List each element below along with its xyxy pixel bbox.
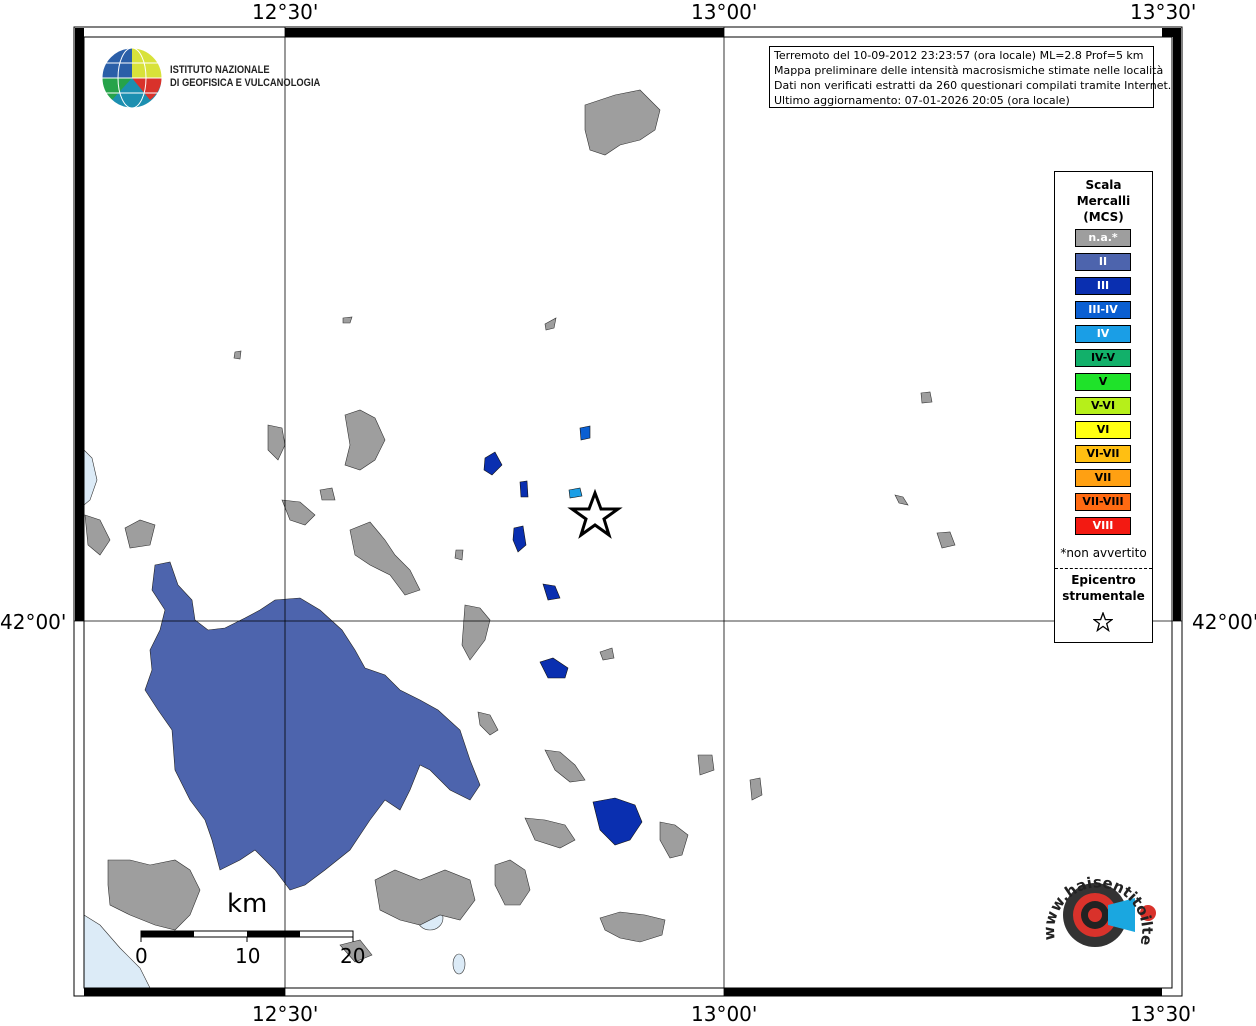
- legend-swatch-vi-vii: VI-VII: [1075, 445, 1131, 463]
- info-box: Terremoto del 10-09-2012 23:23:57 (ora l…: [769, 46, 1172, 108]
- locality-gray-13: [659, 821, 689, 859]
- legend-note: *non avvertito: [1060, 546, 1147, 560]
- locality-gray-17: [697, 754, 715, 776]
- epicenter-star: [567, 488, 623, 539]
- tick-top-1330: 13°30': [1130, 0, 1197, 24]
- scale-unit: km: [227, 889, 268, 919]
- institute-line-2: DI GEOFISICA E VULCANOLOGIA: [170, 77, 321, 89]
- locality-gray-26: [454, 549, 464, 561]
- ingv-logo-icon: [101, 47, 163, 109]
- legend-swatch-vi: VI: [1075, 421, 1131, 439]
- locality-gray-18: [936, 531, 956, 549]
- locality-iii-6: [592, 797, 643, 846]
- locality-gray-24: [599, 647, 615, 661]
- locality-gray-5: [281, 499, 316, 526]
- info-line-3: Dati non verificati estratti da 260 ques…: [774, 79, 1172, 92]
- locality-gray-19: [920, 391, 933, 404]
- locality-gray-11: [524, 817, 576, 849]
- info-line-4: Ultimo aggiornamento: 07-01-2026 20:05 (…: [774, 94, 1070, 107]
- legend-swatch-vii: VII: [1075, 469, 1131, 487]
- locality-gray-25: [319, 487, 336, 501]
- info-line-2: Mappa preliminare delle intensità macros…: [774, 64, 1164, 77]
- epicenter-title: Epicentro strumentale: [1062, 573, 1145, 603]
- locality-gray-3: [84, 514, 111, 556]
- legend-swatch-v: V: [1075, 373, 1131, 391]
- tick-bottom-1330: 13°30': [1130, 1002, 1197, 1026]
- locality-gray-1: [344, 409, 386, 471]
- info-line-1: Terremoto del 10-09-2012 23:23:57 (ora l…: [774, 49, 1144, 62]
- svg-text:www.haisentitoilterremoto.it: www.haisentitoilterremoto.it: [0, 0, 1156, 947]
- locality-iii-5: [539, 657, 569, 679]
- legend-separator: [1055, 568, 1152, 569]
- legend-swatch-iii: III: [1075, 277, 1131, 295]
- locality-gray-20: [894, 494, 909, 506]
- scale-bar: [140, 930, 354, 942]
- locality-gray-10: [494, 859, 531, 906]
- rome-area: [144, 561, 481, 891]
- tick-bottom-1300: 13°00': [691, 1002, 758, 1026]
- institute-line-1: ISTITUTO NAZIONALE: [170, 64, 270, 76]
- locality-gray-21: [233, 350, 242, 360]
- legend-swatch-v-vi: V-VI: [1075, 397, 1131, 415]
- locality-gray-16: [749, 777, 763, 801]
- legend-swatch-n-a: n.a.*: [1075, 229, 1131, 247]
- locality-iii-1: [483, 451, 503, 476]
- legend-swatch-iv: IV: [1075, 325, 1131, 343]
- scale-label-20: 20: [340, 944, 366, 968]
- locality-gray-23: [544, 317, 557, 331]
- locality-gray-15: [477, 711, 499, 736]
- locality-gray-4: [124, 519, 156, 549]
- locality-iii-4: [542, 583, 561, 601]
- legend-swatch-iii-iv: III-IV: [1075, 301, 1131, 319]
- locality-gray-9: [374, 869, 476, 926]
- locality-gray-7: [461, 604, 491, 661]
- legend: Scala Mercalli (MCS) n.a.* II III III-IV IV I…: [1054, 171, 1153, 643]
- locality-gray-ne: [584, 89, 661, 156]
- locality-iii-iv-1: [579, 425, 591, 441]
- tick-left-4200: 42°00': [0, 610, 67, 634]
- locality-iv-1: [568, 487, 583, 499]
- sea-west: [83, 449, 98, 506]
- lake-2: [452, 953, 466, 975]
- scale-label-0: 0: [135, 944, 148, 968]
- locality-iii-3: [512, 525, 527, 553]
- legend-swatch-viii: VIII: [1075, 517, 1131, 535]
- scale-label-10: 10: [235, 944, 261, 968]
- locality-gray-12: [544, 749, 586, 783]
- legend-swatch-ii: II: [1075, 253, 1131, 271]
- locality-gray-8: [107, 859, 201, 931]
- tick-right-4200: 42°00': [1192, 610, 1256, 634]
- tick-top-1300: 13°00': [691, 0, 758, 24]
- locality-gray-2: [267, 424, 286, 461]
- legend-title: Scala Mercalli (MCS): [1076, 178, 1131, 224]
- watermark-text: www.haisentitoilterremoto.it: [0, 0, 1156, 947]
- locality-gray-6: [349, 521, 421, 596]
- locality-iii-2: [519, 480, 529, 498]
- locality-gray-22: [342, 316, 353, 324]
- locality-gray-14: [599, 911, 666, 943]
- legend-star-icon: [1093, 612, 1113, 632]
- legend-swatch-iv-v: IV-V: [1075, 349, 1131, 367]
- institute-name: ISTITUTO NAZIONALE DI GEOFISICA E VULCAN…: [170, 64, 320, 90]
- tick-bottom-1230: 12°30': [252, 1002, 319, 1026]
- tick-top-1230: 12°30': [252, 0, 319, 24]
- legend-swatch-vii-viii: VII-VIII: [1075, 493, 1131, 511]
